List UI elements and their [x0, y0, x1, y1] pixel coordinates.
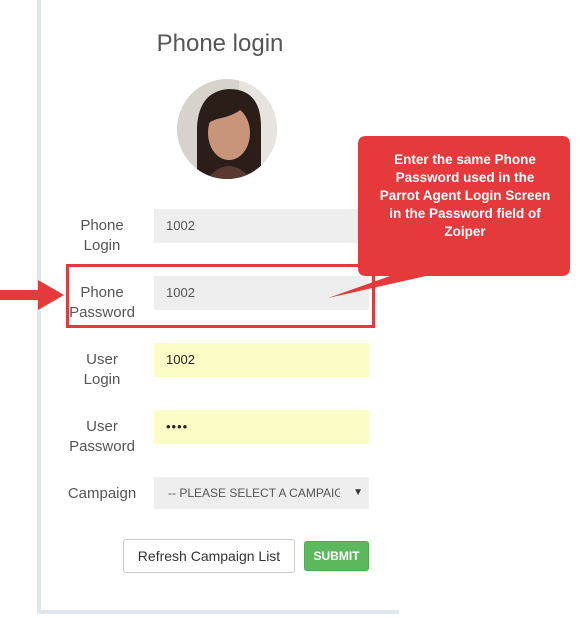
page-title: Phone login	[156, 30, 284, 57]
user-password-label: User Password	[69, 418, 135, 455]
user-password-input[interactable]: ••••	[154, 410, 369, 444]
phone-login-label: Phone Login	[80, 217, 124, 254]
campaign-select[interactable]: -- PLEASE SELECT A CAMPAIGN -- ▼	[154, 477, 369, 509]
user-login-input[interactable]: 1002	[154, 343, 369, 377]
avatar	[177, 79, 277, 179]
campaign-select-value: -- PLEASE SELECT A CAMPAIGN --	[168, 486, 340, 500]
user-login-label: User Login	[83, 351, 121, 388]
campaign-label: Campaign	[67, 485, 137, 502]
arrow-right-icon	[0, 280, 64, 310]
refresh-campaign-button[interactable]: Refresh Campaign List	[123, 539, 295, 573]
submit-button[interactable]: SUBMIT	[304, 541, 369, 571]
chevron-down-icon: ▼	[353, 487, 363, 498]
callout-text: Enter the same Phone Password used in th…	[379, 152, 551, 239]
